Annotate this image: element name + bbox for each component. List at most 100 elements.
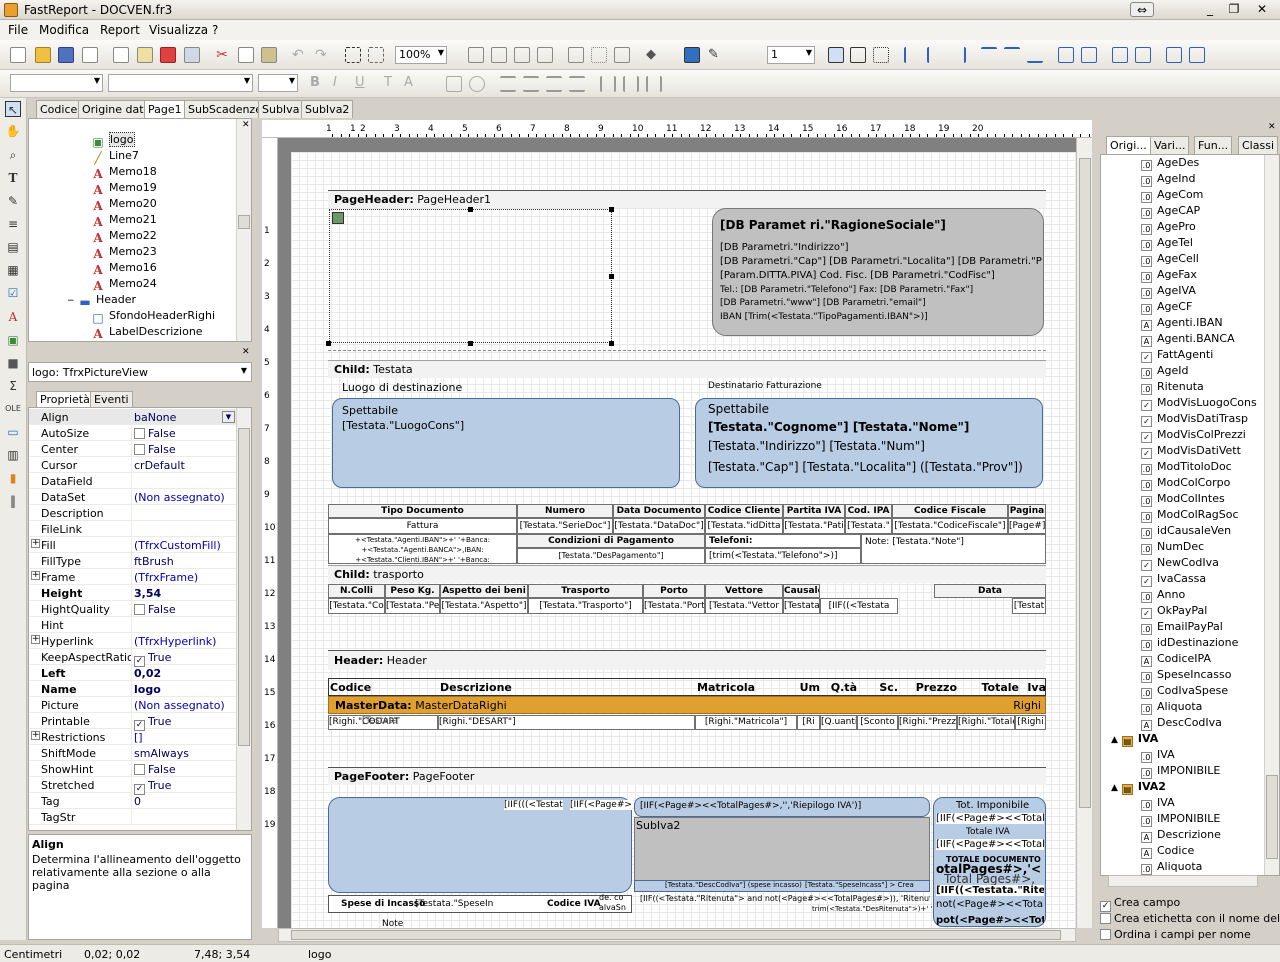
tab-subscadenze[interactable]: SubScadenze — [184, 100, 266, 118]
tab-page1[interactable]: Page1 — [144, 100, 186, 118]
tree-item[interactable]: ▣ logo — [91, 132, 135, 149]
property-value[interactable]: (TfrxCustomFill) — [134, 539, 221, 552]
field-item[interactable]: A Codice — [1141, 844, 1194, 860]
tree-item[interactable]: A Memo23 — [91, 245, 156, 261]
shape-tool-icon[interactable]: ■ — [5, 355, 21, 371]
band-tool-icon[interactable]: ≡ — [5, 216, 21, 232]
unchecked-box-icon[interactable] — [134, 444, 145, 455]
telefoni-label[interactable]: Telefoni: — [705, 534, 861, 548]
center-horz-icon[interactable] — [1112, 47, 1128, 63]
fields-scrollbar[interactable] — [1264, 155, 1279, 875]
align-bottom-icon[interactable] — [1027, 47, 1043, 63]
tab-eventi[interactable]: Eventi — [90, 391, 133, 407]
report-cell[interactable]: [Testata."Pati — [783, 518, 845, 534]
riepilogo-label[interactable]: [IIF(<Page#><<TotalPages#>,'','Riepilogo… — [640, 801, 861, 811]
property-row[interactable]: FillType ftBrush — [29, 553, 237, 569]
field-item[interactable]: .0 AgeCell — [1141, 252, 1199, 268]
property-value[interactable]: False — [134, 603, 176, 616]
field-item[interactable]: .0 idDestinazione — [1141, 636, 1238, 652]
field-item[interactable]: ✓ ModVisDatiTrasp — [1141, 412, 1248, 428]
open-icon[interactable] — [35, 47, 51, 63]
maximize-button[interactable]: ❐ — [1222, 2, 1246, 17]
field-item[interactable]: .0 ModColIntes — [1141, 492, 1225, 508]
field-item[interactable]: .0 ModColRagSoc — [1141, 508, 1239, 524]
new-icon[interactable] — [10, 47, 26, 63]
report-cell[interactable]: [Testata."Vettor — [705, 598, 783, 614]
company-line-6[interactable]: IBAN [Trim(<Testata."TipoPagamenti.IBAN"… — [720, 312, 928, 322]
font-color-icon[interactable]: A — [404, 75, 420, 91]
tab-origine[interactable]: Origi... — [1106, 136, 1151, 154]
object-selector[interactable]: logo: TfrxPictureView ▼ — [28, 362, 252, 382]
format-painter-icon[interactable]: ✎ — [5, 193, 21, 209]
picture-tool-icon[interactable]: ▣ — [5, 332, 21, 348]
field-item[interactable]: ▲ ▤ IVA — [1111, 732, 1158, 748]
field-item[interactable]: ✓ OkPayPal — [1141, 604, 1207, 620]
align-to-grid-icon[interactable] — [850, 47, 866, 63]
zoom-tool-icon[interactable]: ⌕ — [5, 147, 21, 163]
preview-icon[interactable] — [82, 47, 98, 63]
canvas-hscroll[interactable] — [278, 928, 1076, 942]
minimize-button[interactable]: _ — [1198, 2, 1222, 17]
richtext-tool-icon[interactable]: ▭ — [5, 424, 21, 440]
subreport-icon[interactable]: ▦ — [5, 262, 21, 278]
field-item[interactable]: .0 ModColCorpo — [1141, 476, 1230, 492]
font-name-select[interactable]: ▼ — [108, 74, 253, 92]
ritenuta-expression[interactable]: [IIF((<Testata."Ritenuta"> and not(<Page… — [640, 894, 930, 903]
cond-pagamento-label[interactable]: Condizioni di Pagamento — [517, 534, 705, 548]
field-item[interactable]: ✓ ModVisColPrezzi — [1141, 428, 1246, 444]
field-item[interactable]: ✓ IvaCassa — [1141, 572, 1206, 588]
tot-iva-value[interactable]: [IIF(<Page#><<TotalP — [936, 839, 1044, 850]
tree-item[interactable]: A LabelDescrizione — [91, 325, 202, 341]
field-item[interactable]: .0 AgeDes — [1141, 156, 1199, 172]
underline-icon[interactable]: U — [355, 75, 371, 91]
report-cell[interactable]: [Testata."idDitta — [705, 518, 783, 534]
report-cell[interactable]: Codice Cliente — [705, 504, 783, 518]
checkbox-tool-icon[interactable]: ☑ — [5, 285, 21, 301]
align-hcenter-icon[interactable] — [927, 47, 943, 63]
field-item[interactable]: .0 AgePro — [1141, 220, 1196, 236]
report-cell[interactable]: [Testata."Co — [328, 598, 385, 614]
property-row[interactable]: + Hyperlink (TfrxHyperlink) — [29, 633, 237, 649]
page-tool-icon[interactable]: ▤ — [5, 239, 21, 255]
style-select[interactable]: ▼ — [10, 74, 103, 92]
report-cell[interactable]: [Testata."Porto"] — [643, 598, 705, 614]
property-value[interactable]: 0 — [134, 795, 141, 808]
field-item[interactable]: .0 EmailPayPal — [1141, 620, 1223, 636]
tree-close-icon[interactable]: ✕ — [242, 120, 250, 130]
property-value[interactable]: ftBrush — [134, 555, 174, 568]
fit-grid-icon[interactable] — [873, 47, 889, 63]
field-item[interactable]: A Agenti.BANCA — [1141, 332, 1235, 348]
hand-tool-icon[interactable]: ✋ — [5, 123, 21, 139]
luogo-value[interactable]: [Testata."LuogoCons"] — [342, 419, 464, 432]
text-right-icon[interactable] — [546, 76, 562, 92]
field-item[interactable]: A Agenti.IBAN — [1141, 316, 1223, 332]
delete-page-icon[interactable] — [160, 47, 176, 63]
field-item[interactable]: .0 IVA — [1141, 748, 1175, 764]
report-cell[interactable]: [Testata."CodiceFiscale"] — [892, 518, 1008, 534]
property-value[interactable]: (TfrxHyperlink) — [134, 635, 216, 648]
field-item[interactable]: .0 Aliquota — [1141, 860, 1202, 875]
row-cell[interactable]: [Righi — [1015, 715, 1046, 730]
report-cell[interactable]: [Testata."Pe — [385, 598, 440, 614]
align-top-icon[interactable] — [981, 47, 997, 63]
pot-page-value[interactable]: pot(<Page#><<TotalPag — [936, 915, 1044, 926]
tree-item[interactable]: A Memo20 — [91, 197, 156, 213]
redo-icon[interactable]: ↷ — [315, 47, 331, 63]
data-tree-close-icon[interactable]: ✕ — [1268, 122, 1276, 132]
destinatario-label[interactable]: Destinatario Fatturazione — [708, 381, 822, 391]
footer-iif-1[interactable]: [IIF(((<Testat — [504, 800, 563, 810]
logo-selection[interactable] — [329, 209, 612, 343]
chart-tool-icon[interactable]: ▮ — [5, 470, 21, 486]
report-cell[interactable]: Partita IVA — [783, 504, 845, 518]
field-item[interactable]: ✓ FattAgenti — [1141, 348, 1213, 364]
band-pageheader[interactable]: PageHeader: PageHeader1 — [328, 190, 1046, 208]
luogo-title[interactable]: Spettabile — [342, 404, 398, 417]
field-item[interactable]: .0 AgeCom — [1141, 188, 1203, 204]
tree-item[interactable]: A Memo19 — [91, 181, 156, 197]
option-checkbox[interactable]: Ordina i campi per nome — [1100, 928, 1280, 941]
report-cell[interactable]: Data Documento — [613, 504, 705, 518]
property-value[interactable]: (Non assegnato) — [134, 491, 225, 504]
unchecked-box-icon[interactable] — [1100, 913, 1111, 924]
align-vcenter-icon[interactable] — [1004, 47, 1020, 63]
text-left-icon[interactable] — [500, 76, 516, 92]
